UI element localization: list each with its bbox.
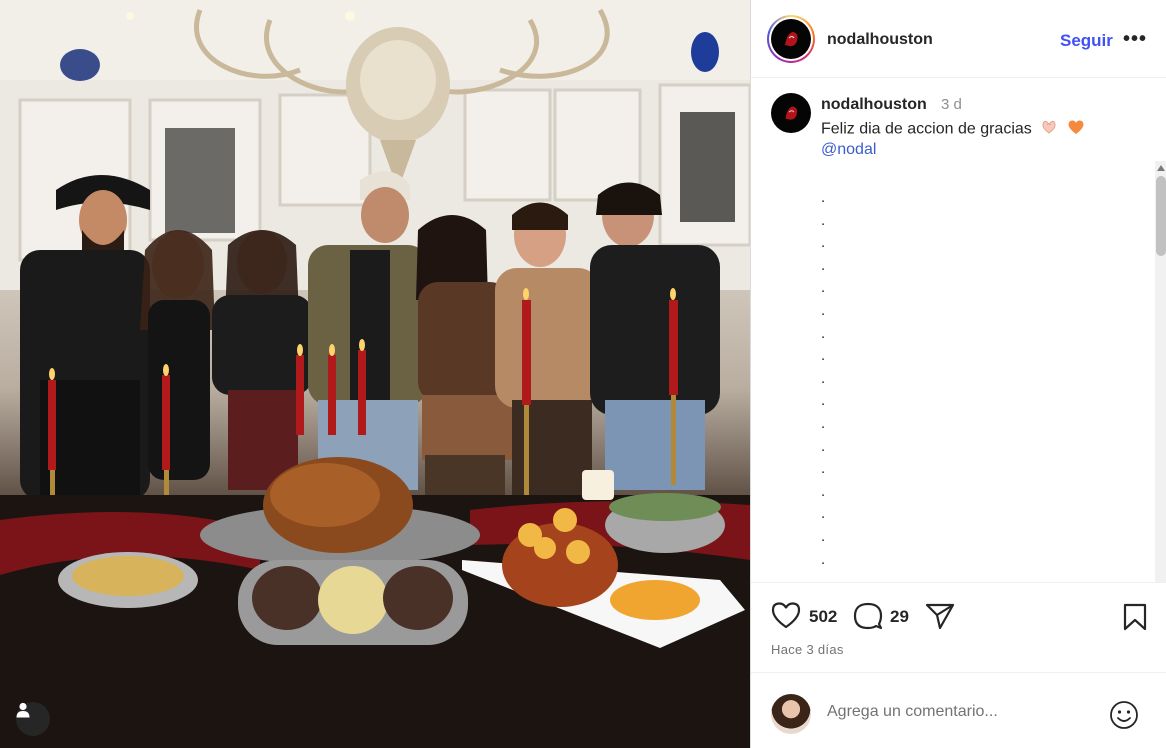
caption-time[interactable]: 3 d: [941, 96, 962, 113]
post-actions: 502 29 Hace 3 días: [751, 582, 1166, 672]
caption-dot-line: .: [821, 527, 826, 545]
caption-dot-line: .: [821, 324, 826, 342]
author-username[interactable]: nodalhouston: [827, 31, 933, 49]
user-icon: [16, 702, 30, 718]
follow-button[interactable]: Seguir: [1060, 31, 1113, 51]
instagram-post-viewer: nodalhouston Seguir ••• nodalhouston 3 d…: [0, 0, 1166, 748]
caption-dot-line: .: [821, 573, 826, 582]
post-side-panel: nodalhouston Seguir ••• nodalhouston 3 d…: [750, 0, 1166, 748]
emoji-icon[interactable]: [1109, 700, 1139, 735]
caption-body: Feliz dia de accion de gracias: [821, 120, 1032, 138]
tagged-users-button[interactable]: [16, 702, 50, 736]
caption-dot-lines: ..................: [821, 187, 831, 582]
like-icon[interactable]: [771, 601, 801, 634]
caption-mention-link[interactable]: @nodal: [821, 141, 876, 159]
caption-dot-line: .: [821, 550, 826, 568]
comment-count[interactable]: 29: [890, 607, 909, 627]
profile-logo-icon: [785, 106, 798, 120]
post-photo[interactable]: [0, 0, 750, 748]
author-avatar[interactable]: [767, 15, 815, 63]
caption-username[interactable]: nodalhouston: [821, 96, 927, 114]
caption-dot-line: .: [821, 234, 826, 252]
caption-dot-line: .: [821, 347, 826, 365]
like-count[interactable]: 502: [809, 607, 837, 627]
post-header: nodalhouston Seguir •••: [751, 0, 1166, 78]
comment-icon[interactable]: [853, 601, 883, 636]
caption-dot-line: .: [821, 369, 826, 387]
caption-text: Feliz dia de accion de gracias: [821, 119, 1085, 140]
scrollbar-thumb[interactable]: [1156, 176, 1166, 256]
caption-dot-line: .: [821, 437, 826, 455]
caption-dot-line: .: [821, 505, 826, 523]
caption-dot-line: .: [821, 279, 826, 297]
orange-heart-icon: [1067, 119, 1085, 140]
add-comment-bar: [751, 672, 1166, 748]
caption-dot-line: .: [821, 392, 826, 410]
caption-author-avatar[interactable]: [771, 93, 811, 133]
share-icon[interactable]: [925, 602, 955, 635]
caption-dot-line: .: [821, 211, 826, 229]
scroll-up-arrow-icon[interactable]: [1157, 165, 1165, 171]
more-options-icon[interactable]: •••: [1123, 28, 1147, 51]
photo-illustration: [0, 0, 750, 748]
post-date[interactable]: Hace 3 días: [771, 642, 844, 657]
caption-dot-line: .: [821, 482, 826, 500]
heart-hands-icon: [1040, 119, 1058, 140]
caption-dot-line: .: [821, 256, 826, 274]
caption-dot-line: .: [821, 189, 826, 206]
caption-dot-line: .: [821, 301, 826, 319]
comments-section: nodalhouston 3 d Feliz dia de accion de …: [751, 79, 1166, 582]
caption-dot-line: .: [821, 460, 826, 478]
current-user-avatar: [771, 694, 811, 734]
caption-dot-line: .: [821, 414, 826, 432]
save-bookmark-icon[interactable]: [1123, 603, 1147, 636]
comment-input[interactable]: [827, 703, 1087, 721]
profile-logo-icon: [785, 32, 798, 47]
